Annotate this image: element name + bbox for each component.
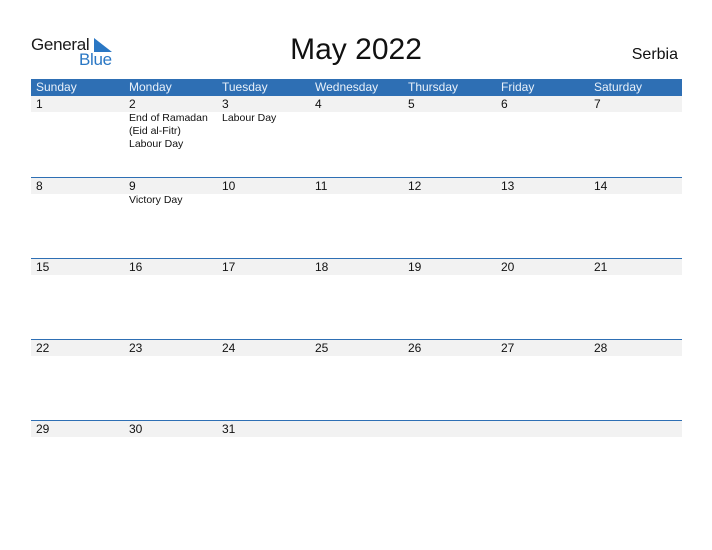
day-number: 15 (36, 260, 50, 274)
calendar-title: May 2022 (290, 33, 422, 66)
events-row: End of Ramadan (Eid al-Fitr) Labour Day L… (31, 112, 682, 151)
week-row: 15 16 17 18 19 20 21 (31, 258, 682, 339)
day-number: 26 (408, 341, 422, 355)
day-number-row: 29 30 31 (31, 421, 682, 437)
week-row: 8 9 10 11 12 13 14 Victory Day (31, 177, 682, 258)
day-number (310, 421, 403, 437)
day-number: 14 (594, 179, 608, 193)
day-number: 17 (222, 260, 236, 274)
day-number (496, 421, 589, 437)
day-event: Labour Day (222, 112, 277, 124)
country-label: Serbia (631, 46, 678, 63)
weekday-friday: Friday (501, 80, 535, 94)
day-number: 22 (36, 341, 50, 355)
day-number: 6 (501, 97, 508, 111)
day-number: 19 (408, 260, 422, 274)
day-number: 3 (222, 97, 229, 111)
day-number-row: 15 16 17 18 19 20 21 (31, 259, 682, 275)
weekday-monday: Monday (129, 80, 172, 94)
weekday-header: Sunday Monday Tuesday Wednesday Thursday… (31, 79, 682, 96)
day-event (310, 194, 403, 207)
day-event: Victory Day (129, 194, 183, 206)
day-event (403, 194, 496, 207)
events-row: Victory Day (31, 194, 682, 207)
week-row: 29 30 31 (31, 420, 682, 501)
weekday-saturday: Saturday (594, 80, 643, 94)
day-number: 9 (129, 179, 136, 193)
day-number: 4 (315, 97, 322, 111)
weekday-wednesday: Wednesday (315, 80, 379, 94)
week-row: 1 2 3 4 5 6 7 End of Ramadan (Eid al-Fitr) Labo… (31, 96, 682, 177)
weeks-container: 1 2 3 4 5 6 7 End of Ramadan (Eid al-Fitr) Labo… (31, 96, 682, 501)
day-event (496, 194, 589, 207)
weekday-tuesday: Tuesday (222, 80, 268, 94)
day-event (589, 112, 682, 151)
day-number: 1 (36, 97, 43, 111)
day-number (403, 421, 496, 437)
day-number: 27 (501, 341, 515, 355)
calendar-grid: Sunday Monday Tuesday Wednesday Thursday… (31, 79, 682, 501)
day-number: 25 (315, 341, 329, 355)
day-number (589, 421, 682, 437)
day-number-row: 8 9 10 11 12 13 14 (31, 178, 682, 194)
day-number: 31 (222, 422, 236, 436)
day-number: 20 (501, 260, 515, 274)
day-number: 7 (594, 97, 601, 111)
day-event (31, 194, 124, 207)
day-number-row: 22 23 24 25 26 27 28 (31, 340, 682, 356)
day-event (310, 112, 403, 151)
day-number: 8 (36, 179, 43, 193)
day-number: 18 (315, 260, 329, 274)
week-row: 22 23 24 25 26 27 28 (31, 339, 682, 420)
day-number: 23 (129, 341, 143, 355)
day-number: 10 (222, 179, 236, 193)
day-number: 28 (594, 341, 608, 355)
day-number: 13 (501, 179, 515, 193)
day-number: 30 (129, 422, 143, 436)
day-number-row: 1 2 3 4 5 6 7 (31, 96, 682, 112)
day-number: 12 (408, 179, 422, 193)
weekday-thursday: Thursday (408, 80, 459, 94)
day-number: 21 (594, 260, 608, 274)
day-event: End of Ramadan (Eid al-Fitr) Labour Day (129, 112, 208, 150)
day-number: 24 (222, 341, 236, 355)
day-number: 2 (129, 97, 136, 111)
weekday-sunday: Sunday (36, 80, 77, 94)
day-number: 11 (315, 179, 328, 193)
day-event (31, 112, 124, 151)
day-event (217, 194, 310, 207)
day-number: 29 (36, 422, 50, 436)
day-event (589, 194, 682, 207)
day-event (496, 112, 589, 151)
day-event (403, 112, 496, 151)
day-number: 5 (408, 97, 415, 111)
day-number: 16 (129, 260, 143, 274)
